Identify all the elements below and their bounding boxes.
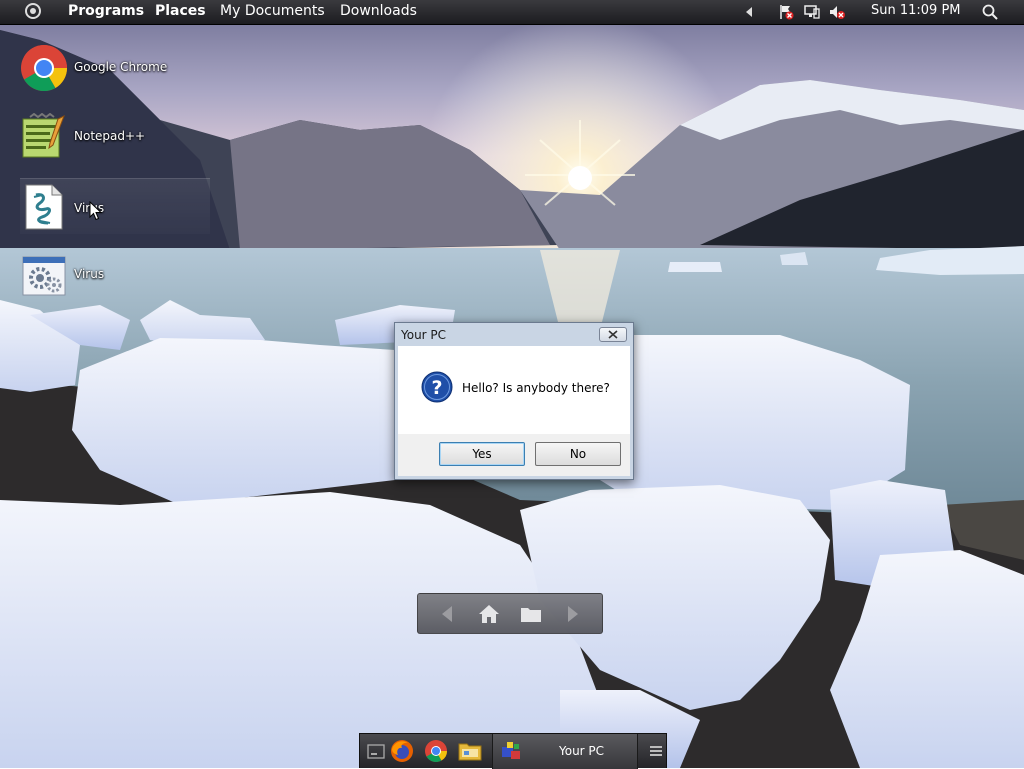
search-icon[interactable] [982, 4, 998, 20]
chrome-icon [21, 45, 68, 92]
firefox-icon[interactable] [390, 739, 414, 763]
yes-button[interactable]: Yes [439, 442, 525, 466]
mouse-cursor-icon [89, 201, 102, 221]
desktop-icon-label: Virus [74, 267, 105, 281]
desktop-icon-virus-settings[interactable]: Virus [20, 251, 210, 301]
top-panel: Programs Places My Documents Downloads S… [0, 0, 1024, 25]
notepad-plus-plus-icon [22, 113, 65, 158]
desktop-icon-label: Notepad++ [74, 129, 146, 143]
no-button[interactable]: No [535, 442, 621, 466]
folder-icon[interactable] [520, 604, 542, 624]
app-window-icon [502, 742, 520, 759]
svg-text:?: ? [431, 377, 442, 399]
menu-places[interactable]: Places [155, 3, 206, 19]
forward-arrow-icon[interactable] [562, 604, 584, 624]
desktop-icon-notepad-plus-plus[interactable]: Notepad++ [20, 113, 210, 163]
question-icon: ? [421, 371, 453, 403]
flag-alert-icon[interactable] [778, 4, 794, 20]
file-manager-icon[interactable] [458, 739, 482, 763]
desktop-icon-google-chrome[interactable]: Google Chrome [20, 44, 210, 94]
menu-icon[interactable] [644, 739, 668, 763]
settings-file-icon [22, 256, 66, 296]
home-icon[interactable] [478, 604, 500, 624]
menu-programs[interactable]: Programs [68, 3, 144, 19]
back-arrow-icon[interactable] [436, 604, 458, 624]
menu-my-documents[interactable]: My Documents [220, 3, 325, 19]
chrome-icon[interactable] [424, 739, 448, 763]
clock[interactable]: Sun 11:09 PM [871, 3, 961, 18]
taskbar-dock: Your PC [359, 733, 668, 769]
network-icon[interactable] [804, 4, 820, 20]
tray-collapse-arrow-icon[interactable] [742, 4, 758, 20]
main-menu-icon[interactable] [25, 3, 41, 19]
dialog-message: Hello? Is anybody there? [462, 381, 610, 395]
desktop-icon-virus-script[interactable]: Virus [20, 178, 210, 234]
dialog-title: Your PC [401, 328, 447, 342]
close-icon [608, 330, 618, 339]
taskbar-item-label: Your PC [559, 744, 605, 758]
menu-downloads[interactable]: Downloads [340, 3, 417, 19]
dialog-close-button[interactable] [599, 327, 627, 342]
script-file-icon [25, 184, 63, 230]
taskbar-item-your-pc[interactable]: Your PC [492, 734, 638, 769]
file-navigation-bar [417, 593, 603, 634]
message-dialog: Your PC ? Hello? Is anybody there? Yes N… [394, 322, 634, 480]
show-desktop-icon[interactable] [364, 739, 388, 763]
volume-muted-icon[interactable] [829, 4, 845, 20]
desktop-icon-label: Google Chrome [74, 60, 168, 74]
